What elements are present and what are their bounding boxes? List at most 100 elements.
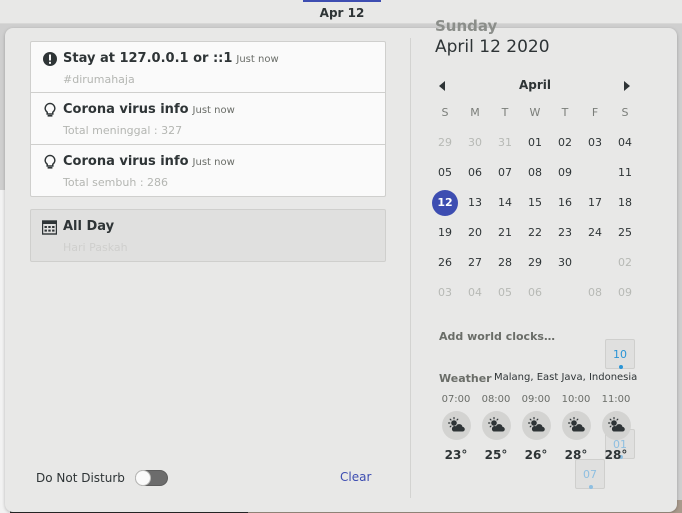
calendar-day[interactable]: 07 xyxy=(575,459,605,489)
calendar-day[interactable]: 30 xyxy=(460,128,490,158)
lightbulb-icon xyxy=(44,102,56,117)
weather-location[interactable]: Malang, East Java, Indonesia xyxy=(494,372,637,383)
calendar-day[interactable]: 23 xyxy=(550,218,580,248)
calendar-day[interactable]: 02 xyxy=(610,248,640,278)
next-month-icon[interactable] xyxy=(624,81,630,91)
full-date[interactable]: April 12 2020 xyxy=(435,37,550,57)
calendar-day[interactable]: 16 xyxy=(550,188,580,218)
forecast-temperature: 26° xyxy=(524,448,548,462)
forecast-temperature: 25° xyxy=(484,448,508,462)
weekday-header: S xyxy=(621,106,629,119)
notification-body: #dirumahaja xyxy=(63,73,135,86)
clock-button[interactable]: Apr 12 06:00 xyxy=(303,0,381,42)
calendar-day[interactable]: 17 xyxy=(580,188,610,218)
calendar-week: 19 20 21 22 23 24 25 xyxy=(430,218,640,248)
day-name[interactable]: Sunday xyxy=(435,17,497,35)
calendar-day[interactable]: 07 xyxy=(490,158,520,188)
notification-item[interactable]: Corona virus info Just now Total sembuh :… xyxy=(30,145,386,197)
calendar-day[interactable]: 09 xyxy=(550,158,580,188)
lightbulb-icon xyxy=(44,154,56,169)
calendar-day[interactable]: 31 xyxy=(490,128,520,158)
calendar-day[interactable]: 28 xyxy=(490,248,520,278)
notification-body: Total sembuh : 286 xyxy=(63,176,169,189)
calendar-day[interactable]: 24 xyxy=(580,218,610,248)
forecast-hour: 09:00 26° xyxy=(516,393,556,462)
calendar-week: 12 13 14 15 16 17 18 xyxy=(430,188,640,218)
weekday-header: S xyxy=(441,106,449,119)
event-item[interactable]: All Day Hari Paskah xyxy=(30,209,386,262)
calendar-day[interactable]: 13 xyxy=(460,188,490,218)
calendar-grid: S M T W T F S 29 30 31 01 02 03 04 05 06 07 08 09 10 11 12 13 1… xyxy=(430,98,640,489)
calendar-day[interactable]: 05 xyxy=(430,158,460,188)
forecast-hour: 07:00 23° xyxy=(436,393,476,462)
weekday-header: F xyxy=(591,106,599,119)
notification-time: Just now xyxy=(192,105,235,116)
calendar-day[interactable]: 18 xyxy=(610,188,640,218)
add-world-clocks-button[interactable]: Add world clocks… xyxy=(439,330,555,343)
forecast-hour: 10:00 28° xyxy=(556,393,596,462)
forecast-time: 07:00 xyxy=(441,394,471,405)
panel-divider xyxy=(410,38,411,498)
calendar-day[interactable]: 26 xyxy=(430,248,460,278)
notification-time: Just now xyxy=(236,54,279,65)
calendar-day[interactable]: 21 xyxy=(490,218,520,248)
clear-button[interactable]: Clear xyxy=(340,470,371,484)
forecast-time: 08:00 xyxy=(481,394,511,405)
weather-label[interactable]: Weather xyxy=(439,372,492,385)
forecast-temperature: 28° xyxy=(604,448,628,462)
notification-body: Total meninggal : 327 xyxy=(63,124,183,137)
notification-title: Corona virus info Just now xyxy=(63,154,235,169)
toggle-knob[interactable] xyxy=(135,470,151,486)
calendar-day[interactable]: 29 xyxy=(430,128,460,158)
calendar-day[interactable]: 03 xyxy=(430,278,460,308)
weekday-header: T xyxy=(501,106,509,119)
calendar-day[interactable]: 20 xyxy=(460,218,490,248)
calendar-day[interactable]: 29 xyxy=(520,248,550,278)
weekday-header: T xyxy=(561,106,569,119)
weekday-header: M xyxy=(470,106,480,119)
forecast-temperature: 28° xyxy=(564,448,588,462)
calendar-day[interactable]: 06 xyxy=(520,278,550,308)
dnd-toggle[interactable] xyxy=(135,470,168,486)
notification-list: Stay at 127.0.0.1 or ::1 Just now #diruma… xyxy=(30,41,386,197)
calendar-day-today[interactable]: 12 xyxy=(430,188,460,218)
calendar-day[interactable]: 14 xyxy=(490,188,520,218)
calendar-day[interactable]: 27 xyxy=(460,248,490,278)
partly-cloudy-icon xyxy=(441,411,471,440)
calendar-day[interactable]: 04 xyxy=(610,128,640,158)
partly-cloudy-icon xyxy=(561,411,591,440)
calendar-day[interactable]: 25 xyxy=(610,218,640,248)
forecast-time: 10:00 xyxy=(561,394,591,405)
dnd-label: Do Not Disturb xyxy=(36,471,125,485)
calendar-day[interactable]: 03 xyxy=(580,128,610,158)
calendar-week: 03 04 05 06 07 08 09 xyxy=(430,278,640,489)
top-bar: Apr 12 06:00 xyxy=(0,0,682,42)
partly-cloudy-icon xyxy=(601,411,631,440)
calendar-day[interactable]: 11 xyxy=(610,158,640,188)
weather-forecast: 07:00 23° 08:00 25° 09:00 26° 10:00 28° 11:00 28° xyxy=(436,393,636,462)
calendar-day[interactable]: 08 xyxy=(520,158,550,188)
calendar-day[interactable]: 09 xyxy=(610,278,640,308)
forecast-hour: 11:00 28° xyxy=(596,393,636,462)
weekday-header: W xyxy=(529,106,541,119)
calendar-day[interactable]: 08 xyxy=(580,278,610,308)
notification-item[interactable]: Corona virus info Just now Total meningga… xyxy=(30,93,386,145)
calendar-day[interactable]: 19 xyxy=(430,218,460,248)
calendar-day[interactable]: 01 xyxy=(520,128,550,158)
previous-month-icon[interactable] xyxy=(439,81,445,91)
partly-cloudy-icon xyxy=(481,411,511,440)
notification-title: Corona virus info Just now xyxy=(63,102,235,117)
calendar-day[interactable]: 10 xyxy=(605,339,635,369)
calendar-icon xyxy=(42,220,57,235)
notification-item[interactable]: Stay at 127.0.0.1 or ::1 Just now #diruma… xyxy=(30,41,386,93)
calendar-day[interactable]: 05 xyxy=(490,278,520,308)
calendar-day[interactable]: 06 xyxy=(460,158,490,188)
calendar-day[interactable]: 04 xyxy=(460,278,490,308)
calendar-day[interactable]: 02 xyxy=(550,128,580,158)
calendar-month: April xyxy=(518,78,552,92)
calendar-week: 29 30 31 01 02 03 04 xyxy=(430,128,640,158)
event-title: All Day xyxy=(63,219,115,234)
calendar-day[interactable]: 22 xyxy=(520,218,550,248)
calendar-day[interactable]: 30 xyxy=(550,248,580,278)
calendar-day[interactable]: 15 xyxy=(520,188,550,218)
